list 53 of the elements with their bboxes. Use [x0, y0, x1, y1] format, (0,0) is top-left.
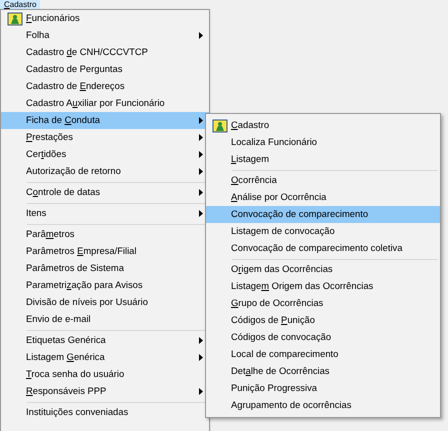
menu-item[interactable]: Etiquetas Genérica [1, 332, 209, 349]
menu-item[interactable]: Autorização de retorno [1, 163, 209, 180]
menu-item[interactable]: Local de comparecimento [206, 346, 440, 363]
menubar-item[interactable]: Cadastro [0, 0, 40, 9]
menu-item[interactable]: Cadastro de CNH/CCCVTCP [1, 44, 209, 61]
menu-item[interactable]: Responsáveis PPP [1, 383, 209, 400]
submenu-arrow-icon [199, 210, 203, 217]
menu-item[interactable]: Convocação de comparecimento coletiva [206, 240, 440, 257]
submenu-arrow-icon [199, 189, 203, 196]
menu-item[interactable]: Envio de e-mail [1, 311, 209, 328]
menu-item[interactable]: Ocorrência [206, 172, 440, 189]
menu-item[interactable]: Parametrização para Avisos [1, 277, 209, 294]
menu-item[interactable]: Agrupamento de ocorrências [206, 397, 440, 414]
submenu-arrow-icon [199, 117, 203, 124]
menu-item[interactable]: Cadastro [206, 117, 440, 134]
submenu-arrow-icon [199, 134, 203, 141]
menu-item[interactable]: Cadastro Auxiliar por Funcionário [1, 95, 209, 112]
menu-item[interactable]: Divisão de níveis por Usuário [1, 294, 209, 311]
submenu-arrow-icon [199, 337, 203, 344]
menu-item[interactable]: Itens [1, 205, 209, 222]
menu-item[interactable]: Códigos de Punição [206, 312, 440, 329]
menu-item[interactable]: Cadastro de Endereços [1, 78, 209, 95]
menu-item[interactable]: Troca senha do usuário [1, 366, 209, 383]
id-card-icon [6, 10, 22, 26]
menu-item[interactable]: Cadastro de Perguntas [1, 61, 209, 78]
menu-item[interactable]: Punição Progressiva [206, 380, 440, 397]
menu-item[interactable]: Códigos de convocação [206, 329, 440, 346]
menu-item[interactable]: Localiza Funcionário [206, 134, 440, 151]
menu-item[interactable]: Prestações [1, 129, 209, 146]
submenu-arrow-icon [199, 354, 203, 361]
menu-item[interactable]: Detalhe de Ocorrências [206, 363, 440, 380]
menu-item[interactable]: Listagem [206, 151, 440, 168]
menu-item[interactable]: Controle de datas [1, 184, 209, 201]
menu-item[interactable]: Certidões [1, 146, 209, 163]
submenu-arrow-icon [199, 168, 203, 175]
submenu-arrow-icon [199, 151, 203, 158]
menu-item[interactable]: Listagem Origem das Ocorrências [206, 278, 440, 295]
menu-item[interactable]: Parâmetros Empresa/Filial [1, 243, 209, 260]
menu-item[interactable]: Listagem de convocação [206, 223, 440, 240]
menu-item[interactable]: Listagem Genérica [1, 349, 209, 366]
submenu-arrow-icon [199, 32, 203, 39]
menu-item[interactable]: Análise por Ocorrência [206, 189, 440, 206]
menu-item[interactable]: Parâmetros de Sistema [1, 260, 209, 277]
menu-item[interactable]: Parâmetros [1, 226, 209, 243]
id-card-icon [212, 118, 228, 134]
menu-item[interactable]: Grupo de Ocorrências [206, 295, 440, 312]
submenu-arrow-icon [199, 388, 203, 395]
menu-item[interactable]: Funcionários [1, 10, 209, 27]
menu-item[interactable]: Convocação de comparecimento [206, 206, 440, 223]
menu-item[interactable]: Instituições conveniadas [1, 404, 209, 421]
menu-item[interactable]: Folha [1, 27, 209, 44]
menu-item[interactable]: Origem das Ocorrências [206, 261, 440, 278]
menu-item[interactable]: Ficha de Conduta [1, 112, 209, 129]
